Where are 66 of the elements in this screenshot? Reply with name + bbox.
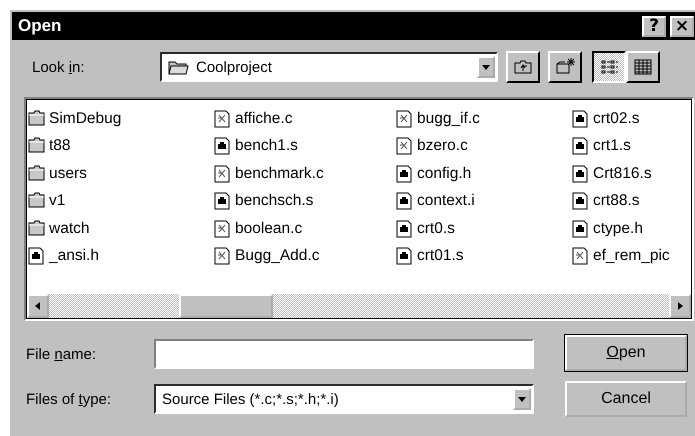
file-item[interactable]: t88 bbox=[49, 137, 71, 156]
grid-icon bbox=[633, 57, 653, 77]
file-name-field[interactable] bbox=[154, 339, 534, 369]
window-title: Open bbox=[18, 16, 62, 36]
file-item[interactable]: bugg_if.c bbox=[417, 110, 480, 128]
document-icon bbox=[396, 164, 413, 183]
cancel-button[interactable]: Cancel bbox=[565, 381, 687, 417]
file-item[interactable]: crt02.s bbox=[593, 110, 640, 128]
file-item[interactable]: crt0.s bbox=[417, 220, 455, 238]
document-icon bbox=[396, 192, 413, 210]
file-type-dropdown[interactable]: Source Files (*.c;*.s;*.h;*.i) bbox=[154, 384, 534, 414]
document-icon bbox=[396, 137, 413, 156]
up-folder-button[interactable] bbox=[506, 51, 540, 83]
file-item[interactable]: bzero.c bbox=[417, 137, 468, 156]
file-item[interactable]: context.i bbox=[417, 192, 475, 210]
folder-icon bbox=[28, 164, 45, 183]
document-icon bbox=[28, 247, 45, 266]
file-item[interactable]: SimDebug bbox=[49, 110, 122, 128]
file-item[interactable]: crt01.s bbox=[417, 247, 464, 266]
file-item[interactable]: ctype.h bbox=[593, 220, 643, 238]
open-button[interactable]: Open bbox=[565, 335, 687, 371]
document-icon bbox=[572, 247, 589, 266]
document-icon bbox=[214, 137, 231, 156]
file-item[interactable]: Crt816.s bbox=[593, 164, 652, 183]
file-item[interactable]: boolean.c bbox=[235, 220, 302, 238]
document-icon bbox=[572, 137, 589, 156]
document-icon bbox=[396, 220, 413, 238]
file-item[interactable]: crt88.s bbox=[593, 192, 640, 210]
file-item[interactable]: affiche.c bbox=[235, 110, 292, 128]
document-icon bbox=[214, 220, 231, 238]
details-view-button[interactable] bbox=[626, 51, 660, 83]
list-view-button[interactable] bbox=[592, 51, 626, 83]
new-folder-button[interactable] bbox=[548, 51, 582, 83]
scroll-thumb[interactable] bbox=[179, 294, 273, 318]
file-item[interactable]: benchmark.c bbox=[235, 164, 324, 183]
file-name-label: File name: bbox=[26, 346, 98, 362]
look-in-label: Look in: bbox=[32, 58, 86, 76]
document-icon bbox=[396, 110, 413, 128]
document-icon bbox=[572, 220, 589, 238]
file-item[interactable]: benchsch.s bbox=[235, 192, 314, 210]
folder-icon bbox=[28, 110, 45, 128]
folder-icon bbox=[28, 192, 45, 210]
document-icon bbox=[572, 192, 589, 210]
document-icon bbox=[396, 247, 413, 266]
close-button[interactable]: × bbox=[670, 16, 694, 36]
file-item[interactable]: ef_rem_pic bbox=[593, 247, 670, 266]
document-icon bbox=[572, 164, 589, 183]
file-item[interactable]: crt1.s bbox=[593, 137, 631, 156]
file-item[interactable]: _ansi.h bbox=[49, 247, 99, 266]
file-item[interactable]: watch bbox=[49, 220, 90, 238]
file-type-label: Files of type: bbox=[26, 390, 112, 408]
help-button[interactable]: ? bbox=[642, 16, 666, 36]
file-item[interactable]: Bugg_Add.c bbox=[235, 247, 320, 266]
document-icon bbox=[214, 110, 231, 128]
file-item[interactable]: config.h bbox=[417, 164, 472, 183]
folder-icon bbox=[28, 220, 45, 238]
look-in-dropdown[interactable]: Coolproject bbox=[160, 52, 498, 82]
horizontal-scrollbar[interactable] bbox=[27, 294, 691, 318]
document-icon bbox=[572, 110, 589, 128]
document-icon bbox=[214, 247, 231, 266]
file-item[interactable]: bench1.s bbox=[235, 137, 298, 156]
file-item[interactable]: users bbox=[49, 164, 87, 183]
folder-icon bbox=[28, 137, 45, 156]
document-icon bbox=[214, 164, 231, 183]
file-item[interactable]: v1 bbox=[49, 192, 66, 210]
document-icon bbox=[214, 192, 231, 210]
